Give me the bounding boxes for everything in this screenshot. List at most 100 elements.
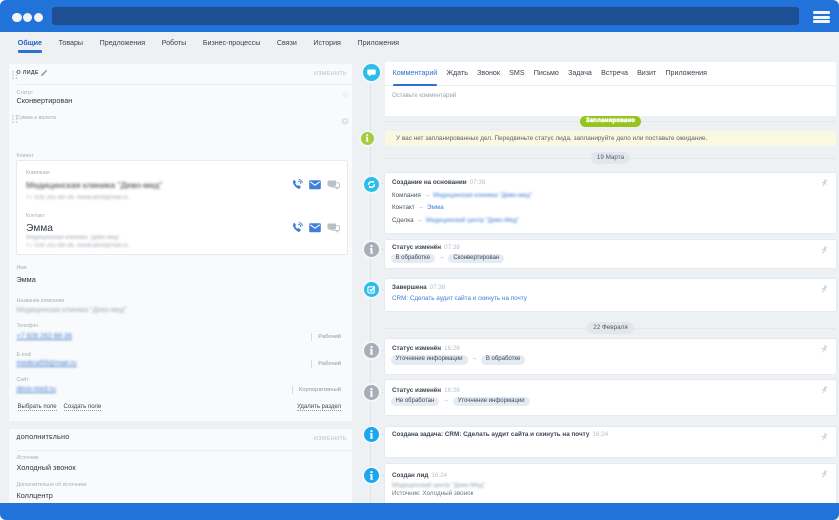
website-type[interactable]: Корпоративный (292, 386, 341, 394)
website-label: Сайт (17, 377, 29, 383)
info-icon (364, 242, 379, 257)
company-contacts: +7 928 282-88-36, medical59@mail.ru (26, 195, 128, 201)
phone-icon[interactable] (291, 179, 303, 191)
ttab-kommentariy[interactable]: Комментарий (388, 62, 442, 85)
mail-icon[interactable] (309, 223, 321, 233)
card-time: 07:38 (470, 179, 486, 186)
about-section-title: О ЛИДЕ (17, 70, 39, 76)
tab-tovary[interactable]: Товары (50, 32, 91, 55)
tab-prilozheniya[interactable]: Приложения (349, 32, 407, 55)
card-title-row: Завершена07:38 (385, 279, 836, 291)
arrow-icon: → (424, 192, 430, 199)
timeline-tabs: Комментарий Ждать Звонок SMS Письмо Зада… (385, 62, 836, 86)
amount-label: Сумма и валюта (17, 115, 57, 121)
ttab-zvonok[interactable]: Звонок (473, 62, 505, 85)
source-info-value[interactable]: Коллцентр (17, 491, 53, 500)
email-type[interactable]: Рабочий (311, 360, 341, 368)
tab-roboty[interactable]: Роботы (153, 32, 194, 55)
card-title: Статус изменён (392, 244, 441, 251)
chat-icon[interactable] (327, 180, 340, 191)
window-dot-icon[interactable] (12, 13, 22, 23)
tab-istoriya[interactable]: История (305, 32, 349, 55)
select-field-link[interactable]: Выбрать поле (18, 404, 57, 411)
card-title: Создание на основании (392, 179, 467, 186)
card-title-row: Статус изменён16:26 (385, 380, 836, 394)
mail-icon[interactable] (309, 180, 321, 190)
about-edit-button[interactable]: ИЗМЕНИТЬ (314, 71, 347, 77)
arrow-icon: → (443, 397, 449, 404)
relation-link[interactable]: Эмма (427, 204, 444, 211)
browser-window: Общие Товары Предложения Роботы Бизнес-п… (0, 0, 839, 520)
ttab-zadacha[interactable]: Задача (563, 62, 596, 85)
task-link[interactable]: CRM: Сделать аудит сайта и скинуть на по… (392, 295, 527, 302)
website-value[interactable]: devo-med.ru (17, 386, 56, 393)
bottom-bar (0, 503, 839, 520)
lead-about-panel: О ЛИДЕ ИЗМЕНИТЬ Статус Сконвертирован Су… (9, 64, 352, 421)
phone-value[interactable]: +7 928 262-88-36 (17, 333, 72, 340)
comment-input[interactable]: Оставьте комментарий (385, 86, 836, 99)
source-value[interactable]: Холодный звонок (17, 463, 76, 472)
ttab-sms[interactable]: SMS (505, 62, 530, 85)
address-bar[interactable] (52, 7, 799, 25)
ttab-vizit[interactable]: Визит (632, 62, 660, 85)
gear-icon[interactable] (342, 91, 349, 98)
delete-section-link[interactable]: Удалить раздел (297, 404, 341, 411)
additional-edit-button[interactable]: ИЗМЕНИТЬ (314, 436, 347, 442)
pin-icon[interactable] (819, 246, 829, 257)
phone-icon[interactable] (291, 222, 303, 234)
tab-biznes-processy[interactable]: Бизнес-процессы (195, 32, 269, 55)
ttab-pismo[interactable]: Письмо (529, 62, 563, 85)
card-time: 07:38 (444, 244, 460, 251)
card-title-row: Создание на основании07:38 (385, 173, 836, 186)
additional-section-header: ДОПОЛНИТЕЛЬНО ИЗМЕНИТЬ (9, 429, 352, 446)
email-value[interactable]: medical59@mail.ru (17, 360, 77, 367)
client-card: Компания Медицинская клиника "Дево-мед" … (16, 160, 348, 255)
comment-bubble-icon (363, 64, 380, 81)
company-actions (291, 179, 340, 191)
ttab-zhdat[interactable]: Ждать (442, 62, 473, 85)
create-field-link[interactable]: Создать поле (64, 404, 102, 411)
pin-icon[interactable] (819, 433, 829, 444)
relation-link[interactable]: Медицинский центр "Дево-Мед" (426, 217, 519, 224)
timeline-card-status: Статус изменён16:26 Уточнение информации… (385, 339, 836, 374)
company-name-value[interactable]: Медицинская клиника "Дево-мед" (17, 307, 127, 314)
card-time: 16:24 (431, 472, 447, 479)
card-title: Статус изменён (392, 345, 441, 352)
rail-tick (378, 350, 385, 351)
tab-svyazi[interactable]: Связи (269, 32, 305, 55)
phone-type[interactable]: Рабочий (311, 333, 341, 341)
card-time: 16:26 (444, 387, 460, 394)
chat-icon[interactable] (327, 223, 340, 234)
pin-icon[interactable] (819, 179, 829, 190)
menu-icon[interactable] (813, 11, 830, 23)
lead-source: Источник: Холодный звонок (385, 490, 836, 497)
pencil-icon[interactable] (40, 69, 48, 77)
company-name[interactable]: Медицинская клиника "Дево-мед" (26, 180, 162, 190)
name-value[interactable]: Эмма (17, 275, 36, 284)
status-value[interactable]: Сконвертирован (17, 96, 73, 105)
source-info-label: Дополнительно об источнике (17, 482, 87, 488)
window-dot-icon[interactable] (23, 13, 33, 23)
relation-row: Сделка→Медицинский центр "Дево-Мед" (385, 217, 836, 224)
relation-link[interactable]: Медицинская клиника "Дево-мед" (433, 192, 532, 199)
ttab-prilozheniya[interactable]: Приложения (661, 62, 712, 85)
pin-icon[interactable] (819, 386, 829, 397)
contact-name[interactable]: Эмма (26, 223, 53, 234)
window-controls (12, 13, 43, 23)
pin-icon[interactable] (819, 285, 829, 296)
arrow-icon: → (418, 204, 424, 211)
ttab-vstrecha[interactable]: Встреча (596, 62, 632, 85)
rail-tick (378, 183, 385, 184)
pin-icon[interactable] (819, 345, 829, 356)
window-dot-icon[interactable] (34, 13, 44, 23)
rail-tick (378, 289, 385, 290)
source-label: Источник (17, 455, 39, 461)
lead-company: Медицинский центр "Дево-Мед" (385, 482, 836, 489)
gear-icon[interactable] (341, 117, 349, 125)
tab-predlozheniya[interactable]: Предложения (91, 32, 153, 55)
rail-tick (378, 475, 385, 476)
pin-icon[interactable] (819, 470, 829, 481)
tab-obschie[interactable]: Общие (10, 32, 51, 55)
company-label: Компания (26, 170, 50, 176)
card-title-row: Создан лид16:24 (385, 464, 836, 479)
